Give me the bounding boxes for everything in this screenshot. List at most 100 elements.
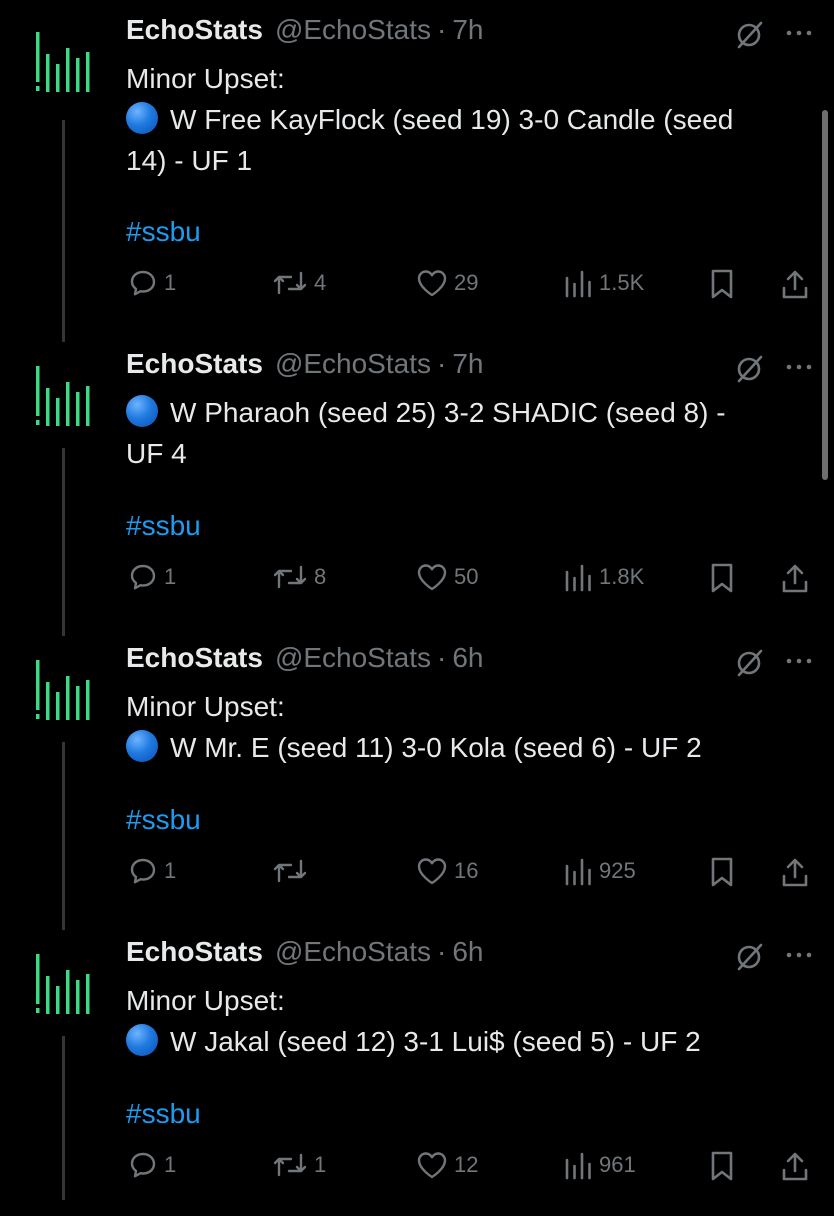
repost-button[interactable]: 1 (272, 1150, 326, 1180)
tweet-actions: 1 4 29 1.5K (0, 268, 834, 304)
tweet-text: W Pharaoh (seed 25) 3-2 SHADIC (seed 8) … (126, 392, 806, 474)
display-name[interactable]: EchoStats (126, 642, 263, 674)
repost-button[interactable] (272, 856, 314, 886)
more-options-icon[interactable] (784, 944, 814, 966)
like-count: 29 (454, 270, 479, 295)
tweet[interactable]: EchoStats @EchoStats · 7h W Pharaoh (see… (0, 334, 834, 628)
reply-button[interactable]: 1 (128, 562, 176, 592)
separator-dot: · (437, 642, 447, 673)
heart-icon (417, 270, 447, 297)
display-name[interactable]: EchoStats (126, 348, 263, 380)
reply-icon (130, 858, 156, 884)
repost-count: 4 (314, 270, 327, 295)
handle[interactable]: @EchoStats (275, 14, 431, 46)
repost-icon (273, 565, 307, 589)
like-button[interactable]: 50 (416, 562, 478, 592)
text-line: W Mr. E (seed 11) 3-0 Kola (seed 6) - UF… (126, 727, 806, 768)
views-button[interactable]: 925 (563, 856, 636, 886)
reply-count: 1 (164, 270, 177, 295)
tweet-header: EchoStats @EchoStats · 6h (126, 642, 483, 674)
timestamp[interactable]: 7h (452, 14, 483, 46)
tweet-actions: 1 8 50 1.8K (0, 562, 834, 598)
more-options-icon[interactable] (784, 650, 814, 672)
grok-icon[interactable] (734, 942, 764, 972)
views-button[interactable]: 1.5K (563, 268, 644, 298)
repost-icon (273, 859, 307, 883)
share-button[interactable] (780, 1150, 810, 1182)
reply-count: 1 (164, 564, 177, 589)
bookmark-button[interactable] (708, 268, 736, 300)
reply-button[interactable]: 1 (128, 1150, 176, 1180)
repost-icon (273, 1153, 307, 1177)
bookmark-button[interactable] (708, 562, 736, 594)
share-icon (782, 858, 808, 887)
reply-icon (130, 564, 156, 590)
reply-count: 1 (164, 1152, 177, 1177)
views-chart-icon (565, 858, 591, 886)
tweet[interactable]: EchoStats @EchoStats · 7h Minor Upset: W… (0, 0, 834, 299)
display-name[interactable]: EchoStats (126, 14, 263, 46)
tweet[interactable]: EchoStats @EchoStats · 6h Minor Upset: W… (0, 922, 834, 1216)
tweet-header: EchoStats @EchoStats · 7h (126, 14, 483, 46)
share-button[interactable] (780, 268, 810, 300)
timestamp[interactable]: 7h (452, 348, 483, 380)
repost-button[interactable]: 4 (272, 268, 326, 298)
more-options-icon[interactable] (784, 356, 814, 378)
views-chart-icon (565, 1152, 591, 1180)
grok-icon[interactable] (734, 648, 764, 678)
bookmark-button[interactable] (708, 856, 736, 888)
blue-circle-emoji (126, 1024, 158, 1056)
like-button[interactable]: 12 (416, 1150, 478, 1180)
handle[interactable]: @EchoStats (275, 348, 431, 380)
heart-icon (417, 858, 447, 885)
echostats-logo-avatar[interactable] (30, 362, 94, 432)
hashtag-link[interactable]: #ssbu (126, 804, 201, 836)
text-line: UF 4 (126, 438, 187, 469)
tweet-header: EchoStats @EchoStats · 7h (126, 348, 483, 380)
timestamp[interactable]: 6h (452, 642, 483, 674)
like-count: 16 (454, 858, 479, 883)
text-line: Minor Upset: (126, 691, 285, 722)
heart-icon (417, 564, 447, 591)
text-line: W Free KayFlock (seed 19) 3-0 Candle (se… (126, 99, 806, 140)
blue-circle-emoji (126, 395, 158, 427)
reply-count: 1 (164, 858, 177, 883)
bookmark-button[interactable] (708, 1150, 736, 1182)
echostats-logo-avatar[interactable] (30, 950, 94, 1020)
views-chart-icon (565, 564, 591, 592)
like-button[interactable]: 29 (416, 268, 478, 298)
bookmark-icon (711, 563, 733, 593)
hashtag-link[interactable]: #ssbu (126, 510, 201, 542)
timestamp[interactable]: 6h (452, 936, 483, 968)
share-button[interactable] (780, 856, 810, 888)
hashtag-link[interactable]: #ssbu (126, 216, 201, 248)
echostats-logo-avatar[interactable] (30, 28, 94, 98)
repost-button[interactable]: 8 (272, 562, 326, 592)
share-button[interactable] (780, 562, 810, 594)
view-count: 961 (599, 1152, 636, 1177)
reply-icon (130, 270, 156, 296)
text-line: W Jakal (seed 12) 3-1 Lui$ (seed 5) - UF… (126, 1021, 806, 1062)
handle[interactable]: @EchoStats (275, 936, 431, 968)
tweet[interactable]: EchoStats @EchoStats · 6h Minor Upset: W… (0, 628, 834, 922)
reply-button[interactable]: 1 (128, 856, 176, 886)
text-line: Minor Upset: (126, 63, 285, 94)
view-count: 1.8K (599, 564, 645, 589)
like-count: 50 (454, 564, 479, 589)
hashtag-link[interactable]: #ssbu (126, 1098, 201, 1130)
handle[interactable]: @EchoStats (275, 642, 431, 674)
blue-circle-emoji (126, 102, 158, 134)
bookmark-icon (711, 857, 733, 887)
grok-icon[interactable] (734, 354, 764, 384)
views-button[interactable]: 1.8K (563, 562, 644, 592)
separator-dot: · (437, 14, 447, 45)
echostats-logo-avatar[interactable] (30, 656, 94, 726)
separator-dot: · (437, 936, 447, 967)
grok-icon[interactable] (734, 20, 764, 50)
views-button[interactable]: 961 (563, 1150, 636, 1180)
more-options-icon[interactable] (784, 22, 814, 44)
display-name[interactable]: EchoStats (126, 936, 263, 968)
reply-button[interactable]: 1 (128, 268, 176, 298)
like-button[interactable]: 16 (416, 856, 478, 886)
text-line: W Pharaoh (seed 25) 3-2 SHADIC (seed 8) … (126, 392, 806, 433)
